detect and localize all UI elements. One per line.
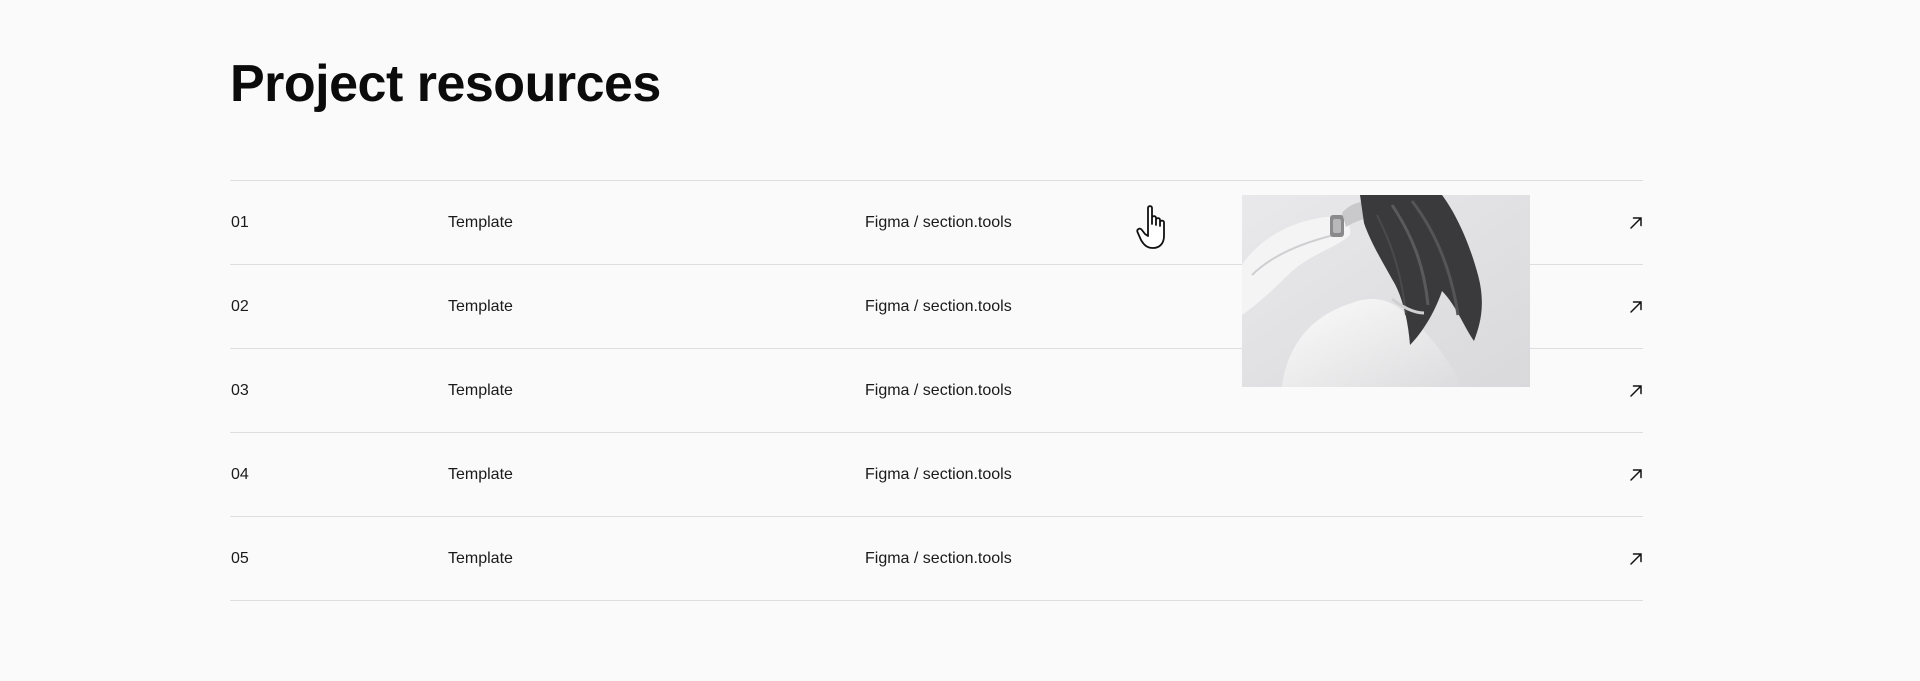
arrow-up-right-icon[interactable] xyxy=(1623,433,1643,516)
row-source: Figma / section.tools xyxy=(865,382,1012,399)
row-number: 05 xyxy=(231,550,249,567)
hover-preview-image xyxy=(1242,195,1530,387)
table-row[interactable]: 05 Template Figma / section.tools xyxy=(230,517,1643,601)
row-number: 01 xyxy=(231,214,249,231)
row-type: Template xyxy=(448,298,513,315)
row-number: 02 xyxy=(231,298,249,315)
arrow-up-right-icon[interactable] xyxy=(1623,349,1643,432)
row-type: Template xyxy=(448,382,513,399)
row-source: Figma / section.tools xyxy=(865,298,1012,315)
row-type: Template xyxy=(448,214,513,231)
row-source: Figma / section.tools xyxy=(865,550,1012,567)
row-number: 04 xyxy=(231,466,249,483)
arrow-up-right-icon[interactable] xyxy=(1623,517,1643,600)
row-type: Template xyxy=(448,550,513,567)
table-row[interactable]: 04 Template Figma / section.tools xyxy=(230,433,1643,517)
row-source: Figma / section.tools xyxy=(865,214,1012,231)
row-number: 03 xyxy=(231,382,249,399)
row-type: Template xyxy=(448,466,513,483)
arrow-up-right-icon[interactable] xyxy=(1623,181,1643,264)
arrow-up-right-icon[interactable] xyxy=(1623,265,1643,348)
row-source: Figma / section.tools xyxy=(865,466,1012,483)
page-title: Project resources xyxy=(230,55,661,113)
resources-page: Project resources 01 Template Figma / se… xyxy=(0,0,1920,681)
